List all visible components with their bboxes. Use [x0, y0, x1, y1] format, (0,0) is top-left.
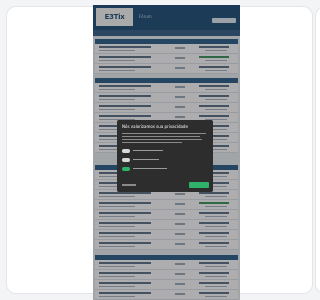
accept-button[interactable] — [189, 182, 209, 188]
marketing-cookies-toggle[interactable] — [122, 167, 130, 171]
analytics-cookies-toggle[interactable] — [122, 158, 130, 162]
cookie-consent-dialog: Nós valorizamos sua privacidade — [117, 120, 213, 192]
forum-screenshot: E3Tix Fórum Nós valorizamos sua privacid… — [93, 5, 240, 300]
dialog-title: Nós valorizamos sua privacidade — [122, 124, 188, 129]
next-preview-card[interactable] — [315, 6, 320, 294]
decline-link[interactable] — [122, 184, 136, 186]
necessary-cookies-toggle[interactable] — [122, 149, 130, 153]
